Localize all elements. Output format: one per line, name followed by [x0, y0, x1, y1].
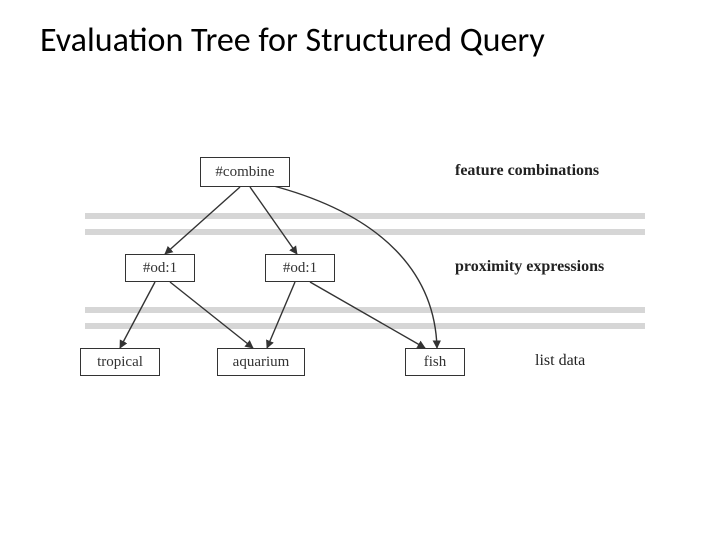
- row-label-list-data: list data: [535, 352, 585, 370]
- node-aquarium: aquarium: [217, 348, 305, 376]
- slide-title: Evaluation Tree for Structured Query: [40, 20, 545, 61]
- evaluation-tree-diagram: #combine feature combinations #od:1 #od:…: [85, 155, 645, 420]
- divider-band: [85, 307, 645, 313]
- node-od1-right: #od:1: [265, 254, 335, 282]
- tree-edges: [85, 155, 645, 420]
- node-combine: #combine: [200, 157, 290, 187]
- divider-band: [85, 229, 645, 235]
- divider-band: [85, 323, 645, 329]
- node-tropical: tropical: [80, 348, 160, 376]
- node-od1-left: #od:1: [125, 254, 195, 282]
- row-label-feature-combinations: feature combinations: [455, 162, 599, 180]
- row-label-proximity-expressions: proximity expressions: [455, 258, 604, 276]
- divider-band: [85, 213, 645, 219]
- node-fish: fish: [405, 348, 465, 376]
